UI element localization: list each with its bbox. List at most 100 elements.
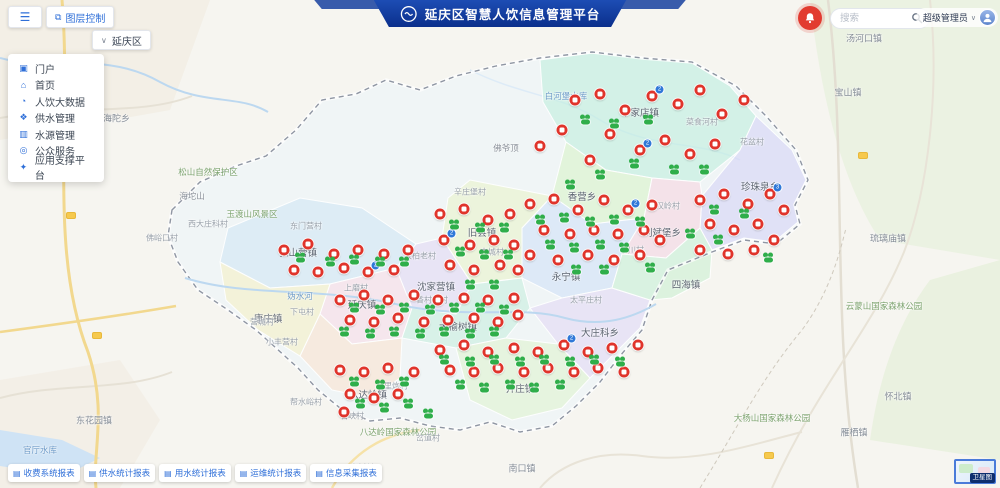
alarm-marker[interactable]: 2 <box>635 145 646 156</box>
user-menu[interactable]: 超级管理员 ∨ <box>916 8 998 27</box>
facility-marker[interactable] <box>474 303 486 314</box>
report-button-water-supply[interactable]: ▤ 供水统计报表 <box>84 464 156 482</box>
alarm-marker[interactable] <box>443 315 454 326</box>
menu-item-water-supply[interactable]: ❖ 供水管理 <box>8 110 104 127</box>
facility-marker[interactable] <box>538 355 550 366</box>
alarm-marker[interactable] <box>335 295 346 306</box>
facility-marker[interactable] <box>374 257 386 268</box>
alarm-marker[interactable] <box>553 255 564 266</box>
alarm-marker[interactable]: 2 <box>363 267 374 278</box>
facility-marker[interactable] <box>474 223 486 234</box>
alarm-marker[interactable] <box>613 229 624 240</box>
alarm-marker[interactable] <box>739 95 750 106</box>
alarm-marker[interactable] <box>519 367 530 378</box>
facility-marker[interactable] <box>454 380 466 391</box>
alarm-marker[interactable] <box>403 245 414 256</box>
alarm-marker[interactable] <box>573 205 584 216</box>
alarm-marker[interactable] <box>465 240 476 251</box>
facility-marker[interactable] <box>642 115 654 126</box>
alarm-marker[interactable] <box>583 250 594 261</box>
facility-marker[interactable] <box>534 215 546 226</box>
alarm-marker[interactable] <box>513 265 524 276</box>
facility-marker[interactable] <box>584 217 596 228</box>
report-button-water-use[interactable]: ▤ 用水统计报表 <box>159 464 231 482</box>
alarm-marker[interactable] <box>369 317 380 328</box>
facility-marker[interactable] <box>464 329 476 340</box>
alarm-marker[interactable]: 2 <box>439 235 450 246</box>
facility-marker[interactable] <box>464 280 476 291</box>
alarm-marker[interactable] <box>557 125 568 136</box>
basemap-switcher[interactable]: 卫星图 <box>954 459 996 484</box>
alarm-marker[interactable] <box>705 219 716 230</box>
alarm-marker[interactable] <box>335 365 346 376</box>
alarm-button[interactable] <box>798 6 822 30</box>
alarm-marker[interactable] <box>695 195 706 206</box>
alarm-marker[interactable] <box>509 293 520 304</box>
facility-marker[interactable] <box>294 253 306 264</box>
alarm-marker[interactable] <box>445 260 456 271</box>
facility-marker[interactable] <box>498 305 510 316</box>
menu-item-home[interactable]: ⌂ 首页 <box>8 77 104 94</box>
alarm-marker[interactable] <box>419 317 430 328</box>
facility-marker[interactable] <box>594 170 606 181</box>
facility-marker[interactable] <box>338 327 350 338</box>
alarm-marker[interactable] <box>719 189 730 200</box>
facility-marker[interactable] <box>398 257 410 268</box>
facility-marker[interactable] <box>478 250 490 261</box>
alarm-marker[interactable] <box>469 367 480 378</box>
facility-marker[interactable] <box>398 303 410 314</box>
alarm-marker[interactable] <box>695 85 706 96</box>
report-button-billing[interactable]: ▤ 收费系统报表 <box>8 464 80 482</box>
facility-marker[interactable] <box>414 329 426 340</box>
alarm-marker[interactable] <box>445 365 456 376</box>
alarm-marker[interactable] <box>769 235 780 246</box>
report-button-info-collection[interactable]: ▤ 信息采集报表 <box>310 464 382 482</box>
alarm-marker[interactable] <box>729 225 740 236</box>
alarm-marker[interactable] <box>749 245 760 256</box>
facility-marker[interactable] <box>498 223 510 234</box>
menu-toggle-button[interactable]: ☰ <box>8 6 42 28</box>
facility-marker[interactable] <box>348 303 360 314</box>
alarm-marker[interactable] <box>289 265 300 276</box>
alarm-marker[interactable] <box>569 367 580 378</box>
facility-marker[interactable] <box>378 403 390 414</box>
layer-control-button[interactable]: ⧉ 图层控制 <box>46 6 114 28</box>
facility-marker[interactable] <box>608 215 620 226</box>
facility-marker[interactable] <box>438 355 450 366</box>
alarm-marker[interactable] <box>660 135 671 146</box>
facility-marker[interactable] <box>564 180 576 191</box>
menu-item-water-source[interactable]: ▥ 水源管理 <box>8 126 104 143</box>
facility-marker[interactable] <box>354 399 366 410</box>
facility-marker[interactable] <box>374 380 386 391</box>
facility-marker[interactable] <box>588 355 600 366</box>
region-selector[interactable]: ∨ 延庆区 <box>92 30 151 50</box>
facility-marker[interactable] <box>634 217 646 228</box>
facility-marker[interactable] <box>668 165 680 176</box>
facility-marker[interactable] <box>712 235 724 246</box>
alarm-marker[interactable] <box>599 195 610 206</box>
alarm-marker[interactable] <box>595 89 606 100</box>
report-button-operations[interactable]: ▤ 运维统计报表 <box>235 464 307 482</box>
alarm-marker[interactable] <box>435 209 446 220</box>
alarm-marker[interactable] <box>359 290 370 301</box>
facility-marker[interactable] <box>568 243 580 254</box>
facility-marker[interactable] <box>684 229 696 240</box>
facility-marker[interactable] <box>618 243 630 254</box>
facility-marker[interactable] <box>644 263 656 274</box>
facility-marker[interactable] <box>628 159 640 170</box>
alarm-marker[interactable] <box>409 367 420 378</box>
alarm-marker[interactable] <box>685 149 696 160</box>
alarm-marker[interactable] <box>717 109 728 120</box>
facility-marker[interactable] <box>438 327 450 338</box>
facility-marker[interactable] <box>402 399 414 410</box>
facility-marker[interactable] <box>388 327 400 338</box>
facility-marker[interactable] <box>504 380 516 391</box>
alarm-marker[interactable] <box>620 105 631 116</box>
alarm-marker[interactable] <box>633 340 644 351</box>
alarm-marker[interactable] <box>723 249 734 260</box>
alarm-marker[interactable]: 2 <box>647 91 658 102</box>
facility-marker[interactable] <box>348 377 360 388</box>
alarm-marker[interactable] <box>359 367 370 378</box>
facility-marker[interactable] <box>608 119 620 130</box>
alarm-marker[interactable] <box>495 260 506 271</box>
